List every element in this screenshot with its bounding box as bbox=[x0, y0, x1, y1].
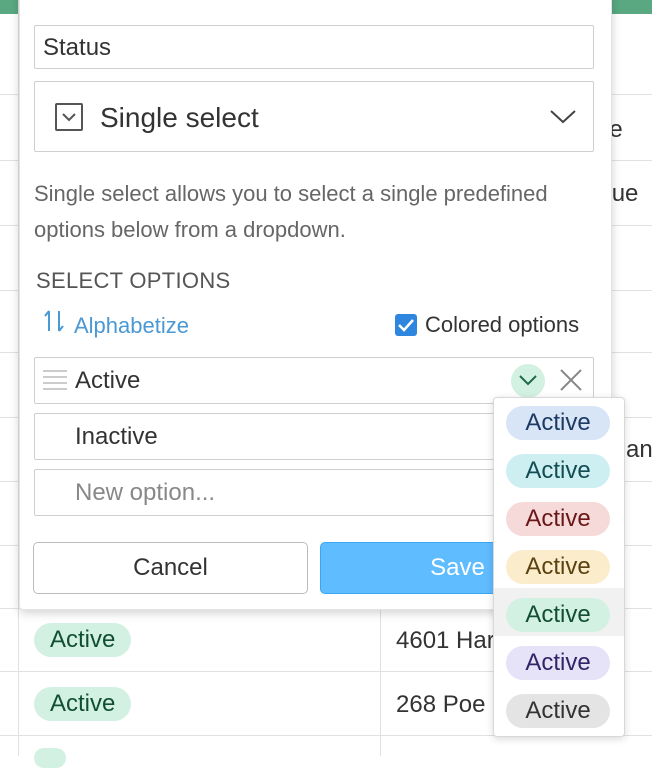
sort-icon bbox=[44, 309, 64, 339]
color-swatch-yellow[interactable]: Active bbox=[506, 550, 610, 584]
cancel-button[interactable]: Cancel bbox=[33, 542, 308, 594]
close-icon[interactable] bbox=[559, 368, 583, 392]
option-label[interactable]: Active bbox=[75, 358, 140, 403]
alphabetize-button[interactable]: Alphabetize bbox=[44, 309, 189, 339]
color-swatch-blue[interactable]: Active bbox=[506, 406, 610, 440]
chevron-down-icon bbox=[550, 110, 576, 124]
select-options-heading: SELECT OPTIONS bbox=[36, 268, 231, 293]
color-swatch-cyan[interactable]: Active bbox=[506, 454, 610, 488]
drag-handle-icon[interactable] bbox=[43, 368, 67, 392]
new-option-placeholder[interactable]: New option... bbox=[75, 470, 215, 515]
color-swatch-gray[interactable]: Active bbox=[506, 694, 610, 728]
table-cell-address: ane bbox=[626, 436, 652, 463]
field-type-label: Single select bbox=[100, 102, 259, 133]
status-badge[interactable] bbox=[34, 748, 66, 768]
status-badge[interactable]: Active bbox=[34, 623, 132, 657]
option-color-picker[interactable] bbox=[511, 364, 545, 398]
alphabetize-label: Alphabetize bbox=[74, 313, 189, 338]
color-palette-dropdown: Active Active Active Active Active Activ… bbox=[493, 397, 625, 737]
status-badge[interactable]: Active bbox=[34, 687, 132, 721]
color-swatch-green[interactable]: Active bbox=[506, 598, 610, 632]
chevron-down-icon bbox=[519, 375, 537, 386]
colored-options-toggle[interactable]: Colored options bbox=[395, 312, 579, 338]
table-cell-address: 268 Poe bbox=[396, 691, 486, 718]
field-type-select[interactable]: Single select bbox=[34, 81, 594, 152]
checkbox-checked-icon[interactable] bbox=[395, 314, 417, 336]
single-select-icon bbox=[55, 103, 83, 131]
option-label[interactable]: Inactive bbox=[75, 414, 158, 459]
colored-options-label: Colored options bbox=[425, 312, 580, 337]
color-swatch-red[interactable]: Active bbox=[506, 502, 610, 536]
color-swatch-purple[interactable]: Active bbox=[506, 646, 610, 680]
field-name-input[interactable]: Status bbox=[34, 25, 594, 69]
field-type-description: Single select allows you to select a sin… bbox=[34, 181, 548, 242]
